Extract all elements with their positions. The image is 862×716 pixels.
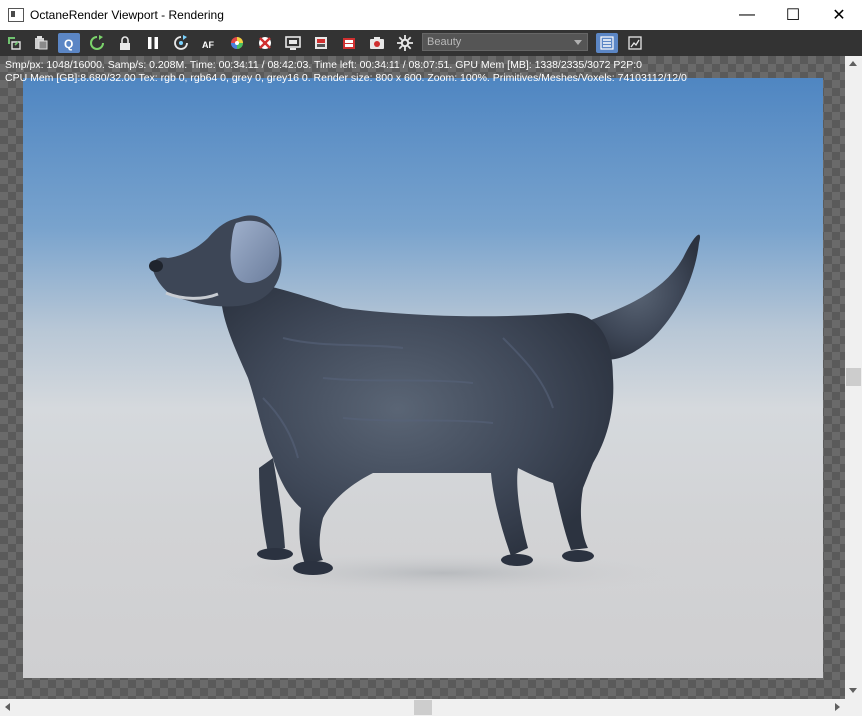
render-stats: Smp/px: 1048/16000. Samp/s: 0.208M. Time… [5,59,687,85]
copy-clipboard-icon[interactable] [30,33,52,53]
vertical-scrollbar[interactable] [845,56,862,699]
auto-focus-label: AF [202,40,214,50]
vertical-scroll-thumb[interactable] [846,368,861,386]
lock-viewport-icon[interactable] [114,33,136,53]
minimize-button[interactable]: — [724,0,770,30]
scroll-up-icon[interactable] [849,61,857,66]
chevron-down-icon [574,40,582,45]
image-view-icon[interactable] [624,33,646,53]
horizontal-scroll-thumb[interactable] [414,700,432,715]
screen-region-icon[interactable] [282,33,304,53]
scrollbar-corner [845,699,862,716]
render-stats-line-1: Smp/px: 1048/16000. Samp/s: 0.208M. Time… [5,59,642,71]
settings-icon[interactable] [394,33,416,53]
auto-focus-icon[interactable]: AF [198,33,220,53]
pause-render-icon[interactable] [142,33,164,53]
quick-render-label: Q [64,37,73,51]
horizontal-scrollbar[interactable] [0,699,845,716]
scroll-right-icon[interactable] [835,703,840,711]
render-layer-icon[interactable] [338,33,360,53]
dog-render [149,215,701,595]
close-button[interactable]: ✕ [816,0,862,30]
app-window-icon [8,8,24,22]
render-viewport[interactable]: Smp/px: 1048/16000. Samp/s: 0.208M. Time… [0,56,845,699]
snapshot-camera-icon[interactable] [366,33,388,53]
render-pass-value: Beauty [427,36,462,48]
list-view-icon[interactable] [596,33,618,53]
title-bar: OctaneRender Viewport - Rendering — ☐ ✕ [0,0,862,30]
rendered-image [23,78,823,678]
film-region-icon[interactable] [310,33,332,53]
render-stats-line-2: CPU Mem [GB]:8.680/32.00 Tex: rgb 0, rgb… [5,72,687,84]
quick-render-icon[interactable]: Q [58,33,80,53]
window-title: OctaneRender Viewport - Rendering [30,8,224,22]
scroll-down-icon[interactable] [849,688,857,693]
render-pass-select[interactable]: Beauty [422,33,588,51]
color-picker-icon[interactable] [226,33,248,53]
recenter-icon[interactable] [3,33,25,53]
scroll-left-icon[interactable] [5,703,10,711]
maximize-button[interactable]: ☐ [770,0,816,30]
restart-render-icon[interactable] [86,33,108,53]
reset-camera-icon[interactable] [170,33,192,53]
material-picker-icon[interactable] [254,33,276,53]
